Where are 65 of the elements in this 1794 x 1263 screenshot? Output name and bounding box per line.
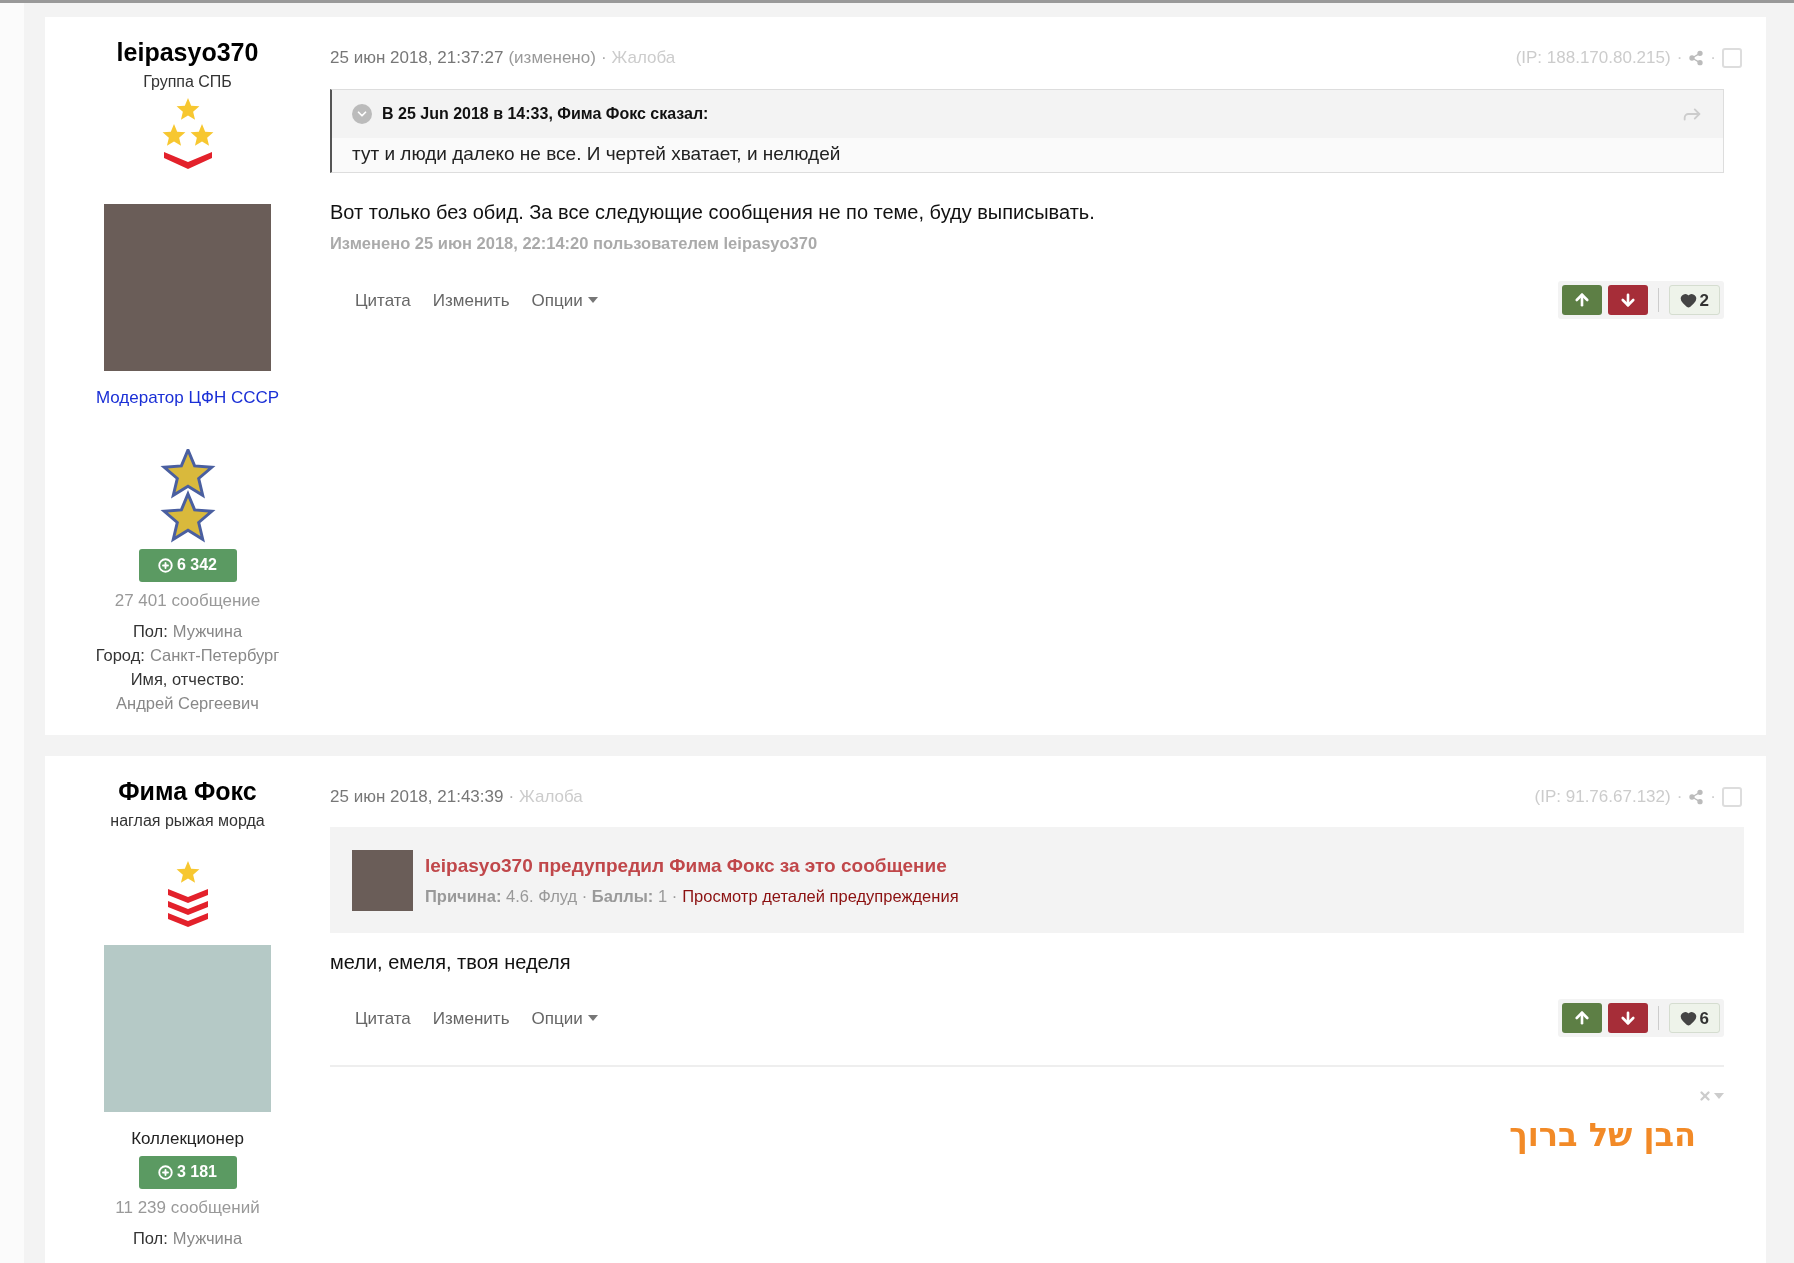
edited-label: (изменено) <box>508 47 596 69</box>
field-value: Мужчина <box>172 621 243 643</box>
field-value: Андрей Сергеевич <box>116 693 259 715</box>
quote-text: тут и люди далеко не все. И чертей хватает, и нелюдей <box>352 142 841 167</box>
upvote-button[interactable] <box>1561 1003 1602 1034</box>
options-menu-button[interactable]: Опции <box>531 287 599 313</box>
select-checkbox[interactable] <box>1722 786 1742 807</box>
username[interactable]: Фима Фокс <box>118 775 257 808</box>
downvote-button[interactable] <box>1607 1003 1648 1034</box>
share-icon[interactable] <box>1688 788 1705 805</box>
like-count-button[interactable]: 6 <box>1668 1003 1720 1034</box>
caret-icon <box>586 296 599 305</box>
downvote-button[interactable] <box>1607 285 1648 316</box>
caret-icon <box>586 1014 599 1023</box>
field-label: Город: <box>95 645 145 667</box>
post-action-link[interactable]: Цитата <box>355 287 411 313</box>
field-value: Мужчина <box>172 1228 243 1250</box>
options-menu-button[interactable]: Опции <box>531 1005 599 1032</box>
share-icon[interactable] <box>1688 49 1705 66</box>
separator: · <box>1710 785 1716 808</box>
user-title: Коллекционер <box>131 1128 244 1151</box>
plus-icon <box>157 557 173 573</box>
field-value: Санкт-Петербург <box>149 645 280 667</box>
post-count: 27 401 сообщение <box>114 589 261 612</box>
post-action-link[interactable]: Изменить <box>432 287 510 313</box>
separator: · <box>1676 785 1683 808</box>
close-icon[interactable] <box>1698 1089 1712 1104</box>
heart-icon <box>1679 1009 1697 1027</box>
user-title-link[interactable]: Модератор ЦФН СССР <box>95 385 280 411</box>
caret-icon[interactable] <box>1714 1093 1724 1100</box>
post-date: 25 июн 2018, 21:43:39 <box>330 785 504 808</box>
like-count-button[interactable]: 2 <box>1668 285 1720 316</box>
username[interactable]: leipasyo370 <box>116 37 259 69</box>
post-action-link[interactable]: Изменить <box>432 1005 510 1032</box>
avatar-photo-placeholder[interactable] <box>104 945 271 1113</box>
post-date: 25 июн 2018, 21:37:27 <box>330 47 504 69</box>
separator: · <box>1710 47 1716 69</box>
heart-icon <box>1679 291 1697 309</box>
user-group: наглая рыжая морда <box>110 809 265 834</box>
field-label: Пол: <box>132 1228 168 1250</box>
warning-details: Причина: 4.6. Флуд · Баллы: 1 · <box>425 886 678 908</box>
field-label: Имя, отчество: <box>130 669 245 691</box>
separator: · <box>1676 47 1683 69</box>
user-group: Группа СПБ <box>143 70 232 95</box>
quote-header: В 25 Jun 2018 в 14:33, Фима Фокс сказал: <box>382 103 709 124</box>
separator: · <box>600 47 607 69</box>
reputation-count: 6 342 <box>176 555 217 576</box>
separator: · <box>508 785 515 808</box>
star-medals-icon <box>159 448 216 545</box>
collapse-icon[interactable] <box>352 103 372 124</box>
warning-details-link[interactable]: Просмотр деталей предупреждения <box>682 884 959 909</box>
post-body: мели, емеля, твоя неделя <box>330 950 572 976</box>
avatar-photo-placeholder[interactable] <box>352 849 413 911</box>
post-count: 11 239 сообщений <box>115 1196 260 1219</box>
post-action-link[interactable]: Цитата <box>355 1005 411 1032</box>
edit-note: Изменено 25 июн 2018, 22:14:20 пользователем leipasyo370 <box>330 232 819 254</box>
select-checkbox[interactable] <box>1722 47 1742 68</box>
plus-icon <box>157 1164 173 1180</box>
field-label: Пол: <box>132 621 168 643</box>
warning-title: leipasyo370 предупредил Фима Фокс за это сообщение <box>425 853 948 878</box>
reputation-count: 3 181 <box>176 1162 217 1183</box>
upvote-button[interactable] <box>1561 285 1602 316</box>
avatar-photo-placeholder[interactable] <box>104 204 271 372</box>
post-body: Вот только без обид. За все следующие сообщения не по теме, буду выписывать. <box>330 199 1096 225</box>
signature-text: הבן של ברוך <box>1509 1115 1696 1157</box>
